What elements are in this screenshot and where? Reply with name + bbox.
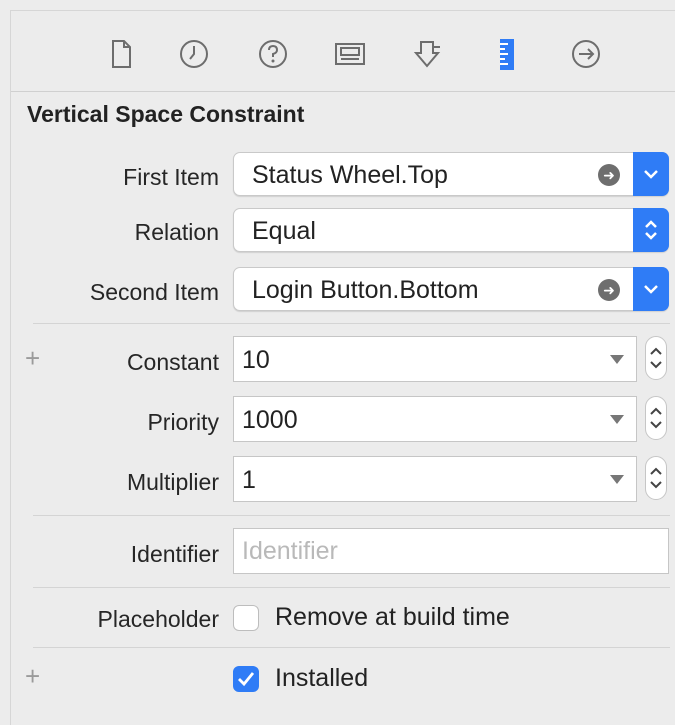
constant-combo[interactable]: 10 <box>233 336 637 382</box>
constant-stepper[interactable] <box>645 336 667 380</box>
up-down-chevron-icon[interactable] <box>633 208 669 252</box>
relation-value: Equal <box>252 217 316 245</box>
first-item-label: First Item <box>123 164 219 190</box>
dropdown-arrow-icon[interactable] <box>610 475 624 484</box>
help-icon[interactable] <box>256 37 290 71</box>
relation-popup[interactable]: Equal <box>233 208 669 252</box>
chevron-down-icon[interactable] <box>633 267 669 311</box>
multiplier-label: Multiplier <box>126 469 219 495</box>
priority-stepper[interactable] <box>645 396 667 440</box>
go-to-item-icon[interactable]: ➜ <box>598 279 620 301</box>
priority-label: Priority <box>147 409 219 435</box>
ruler-icon[interactable] <box>491 37 525 71</box>
divider <box>33 323 670 324</box>
installed-label[interactable]: Installed <box>275 664 368 693</box>
attributes-arrow-icon[interactable] <box>411 37 445 71</box>
go-to-item-icon[interactable]: ➜ <box>598 164 620 186</box>
identifier-field[interactable] <box>233 528 670 574</box>
priority-combo[interactable]: 1000 <box>233 396 637 442</box>
inspector-toolbar <box>11 11 675 92</box>
identifier-input[interactable] <box>234 529 670 573</box>
section-title: Vertical Space Constraint <box>27 101 305 127</box>
identity-card-icon[interactable] <box>333 37 367 71</box>
checkmark-icon <box>238 672 255 687</box>
remove-at-build-time-checkbox[interactable] <box>233 605 259 631</box>
divider <box>33 587 670 588</box>
chevron-down-icon[interactable] <box>633 152 669 196</box>
multiplier-value: 1 <box>242 466 256 494</box>
connections-arrow-icon[interactable] <box>569 37 603 71</box>
second-item-label: Second Item <box>89 279 219 305</box>
placeholder-label: Placeholder <box>97 606 219 632</box>
add-variation-icon[interactable]: + <box>25 661 40 692</box>
multiplier-stepper[interactable] <box>645 456 667 500</box>
relation-label: Relation <box>134 219 219 245</box>
constant-value: 10 <box>242 346 270 374</box>
priority-value: 1000 <box>242 406 298 434</box>
dropdown-arrow-icon[interactable] <box>610 355 624 364</box>
file-icon[interactable] <box>104 37 138 71</box>
dropdown-arrow-icon[interactable] <box>610 415 624 424</box>
remove-at-build-time-label[interactable]: Remove at build time <box>275 603 510 632</box>
divider <box>33 515 670 516</box>
installed-checkbox[interactable] <box>233 666 259 692</box>
second-item-value: Login Button.Bottom <box>252 276 479 304</box>
divider <box>33 647 670 648</box>
constant-label: Constant <box>126 349 219 375</box>
identifier-label: Identifier <box>130 541 219 567</box>
first-item-popup[interactable]: Status Wheel.Top ➜ <box>233 152 669 196</box>
multiplier-combo[interactable]: 1 <box>233 456 637 502</box>
first-item-value: Status Wheel.Top <box>252 161 448 189</box>
clock-icon[interactable] <box>177 37 211 71</box>
second-item-popup[interactable]: Login Button.Bottom ➜ <box>233 267 669 311</box>
inspector-panel: Vertical Space Constraint First Item Sta… <box>10 10 675 725</box>
